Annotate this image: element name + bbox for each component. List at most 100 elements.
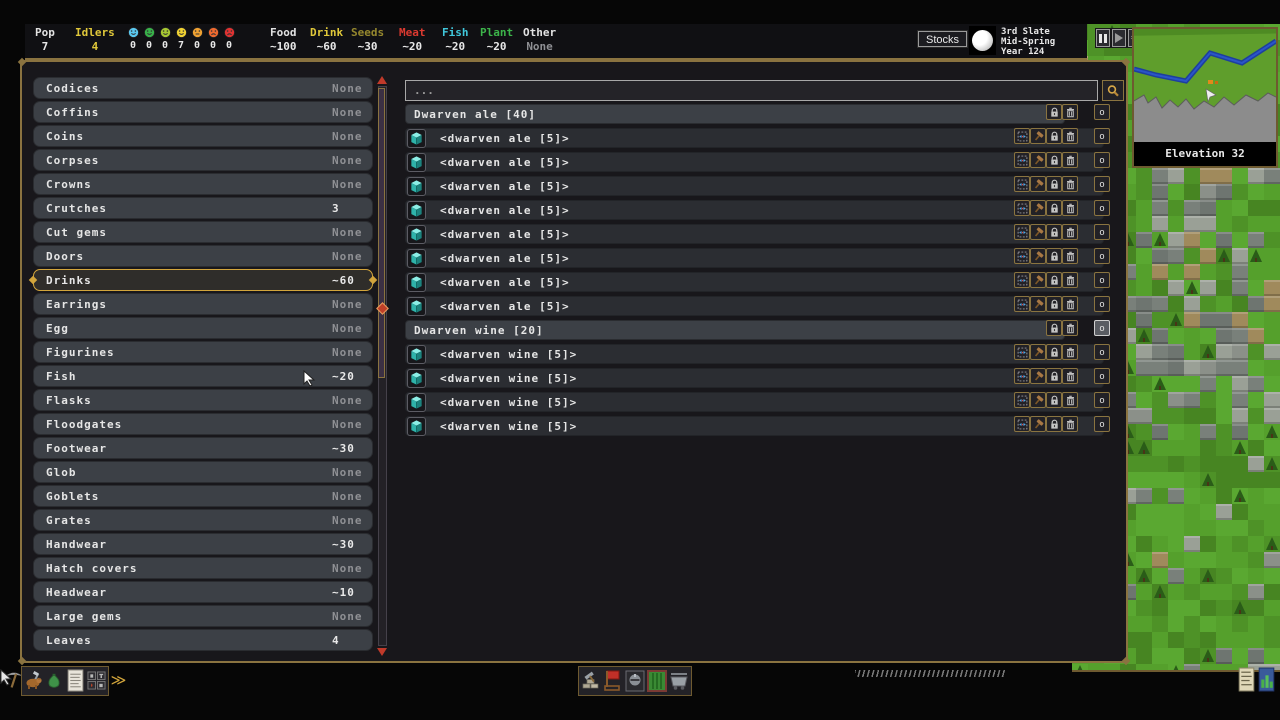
lock-button[interactable] bbox=[1046, 296, 1062, 312]
sidebar-item-goblets[interactable]: GobletsNone bbox=[33, 485, 373, 507]
locate-button[interactable] bbox=[1014, 344, 1030, 360]
container-button[interactable] bbox=[407, 297, 426, 316]
sidebar-item-grates[interactable]: GratesNone bbox=[33, 509, 373, 531]
lock-button[interactable] bbox=[1046, 200, 1062, 216]
lock-button[interactable] bbox=[1046, 224, 1062, 240]
stock-item-row[interactable]: <dwarven ale [5]> bbox=[405, 296, 1104, 316]
hide-button[interactable]: o bbox=[1094, 128, 1110, 144]
trash-button[interactable] bbox=[1062, 200, 1078, 216]
hide-button[interactable]: o bbox=[1094, 368, 1110, 384]
sidebar-item-doors[interactable]: DoorsNone bbox=[33, 245, 373, 267]
locate-button[interactable] bbox=[1014, 224, 1030, 240]
lock-button[interactable] bbox=[1046, 392, 1062, 408]
step-button[interactable] bbox=[1112, 29, 1126, 47]
hide-button[interactable]: o bbox=[1094, 176, 1110, 192]
lock-button[interactable] bbox=[1046, 104, 1062, 120]
trash-button[interactable] bbox=[1062, 224, 1078, 240]
locate-button[interactable] bbox=[1014, 176, 1030, 192]
lock-button[interactable] bbox=[1046, 320, 1062, 336]
container-button[interactable] bbox=[407, 201, 426, 220]
squads-button[interactable] bbox=[625, 669, 645, 692]
trash-button[interactable] bbox=[1062, 320, 1078, 336]
hauling-button[interactable] bbox=[669, 670, 689, 691]
sidebar-item-fish[interactable]: Fish~20 bbox=[33, 365, 373, 387]
trash-button[interactable] bbox=[1062, 272, 1078, 288]
sidebar-item-figurines[interactable]: FigurinesNone bbox=[33, 341, 373, 363]
hide-button[interactable]: o bbox=[1094, 272, 1110, 288]
lock-button[interactable] bbox=[1046, 248, 1062, 264]
scrollbar-thumb[interactable] bbox=[378, 88, 385, 378]
hammer-button[interactable] bbox=[1030, 344, 1046, 360]
hammer-button[interactable] bbox=[1030, 296, 1046, 312]
stock-item-row[interactable]: <dwarven ale [5]> bbox=[405, 248, 1104, 268]
sidebar-item-drinks[interactable]: Drinks~60 bbox=[33, 269, 373, 291]
stock-group-header[interactable]: Dwarven ale [40] bbox=[405, 104, 1065, 124]
search-input[interactable] bbox=[405, 80, 1098, 101]
trash-button[interactable] bbox=[1062, 392, 1078, 408]
hammer-button[interactable] bbox=[1030, 392, 1046, 408]
hide-button[interactable]: o bbox=[1094, 224, 1110, 240]
trash-button[interactable] bbox=[1062, 296, 1078, 312]
reports-button[interactable] bbox=[1258, 667, 1275, 692]
sidebar-item-large-gems[interactable]: Large gemsNone bbox=[33, 605, 373, 627]
lock-button[interactable] bbox=[1046, 272, 1062, 288]
sidebar-item-corpses[interactable]: CorpsesNone bbox=[33, 149, 373, 171]
sidebar-item-leaves[interactable]: Leaves4 bbox=[33, 629, 373, 651]
sidebar-item-coffins[interactable]: CoffinsNone bbox=[33, 101, 373, 123]
lock-button[interactable] bbox=[1046, 176, 1062, 192]
trash-button[interactable] bbox=[1062, 104, 1078, 120]
sidebar-item-codices[interactable]: CodicesNone bbox=[33, 77, 373, 99]
hammer-button[interactable] bbox=[1030, 368, 1046, 384]
lock-button[interactable] bbox=[1046, 416, 1062, 432]
locate-button[interactable] bbox=[1014, 200, 1030, 216]
sidebar-item-earrings[interactable]: EarringsNone bbox=[33, 293, 373, 315]
container-button[interactable] bbox=[407, 225, 426, 244]
hide-button[interactable]: o bbox=[1094, 152, 1110, 168]
sidebar-item-glob[interactable]: GlobNone bbox=[33, 461, 373, 483]
stocks-button[interactable]: Stocks bbox=[918, 31, 967, 47]
container-button[interactable] bbox=[407, 369, 426, 388]
hammer-button[interactable] bbox=[1030, 248, 1046, 264]
trash-button[interactable] bbox=[1062, 248, 1078, 264]
locate-button[interactable] bbox=[1014, 152, 1030, 168]
trash-button[interactable] bbox=[1062, 416, 1078, 432]
sidebar-item-handwear[interactable]: Handwear~30 bbox=[33, 533, 373, 555]
category-scrollbar[interactable] bbox=[377, 76, 387, 656]
sidebar-item-headwear[interactable]: Headwear~10 bbox=[33, 581, 373, 603]
lock-button[interactable] bbox=[1046, 344, 1062, 360]
container-button[interactable] bbox=[407, 393, 426, 412]
hide-button[interactable]: o bbox=[1094, 416, 1110, 432]
locate-button[interactable] bbox=[1014, 368, 1030, 384]
sidebar-item-coins[interactable]: CoinsNone bbox=[33, 125, 373, 147]
container-button[interactable] bbox=[407, 417, 426, 436]
minimap[interactable]: Elevation 32 bbox=[1132, 27, 1278, 168]
hide-button[interactable]: o bbox=[1094, 392, 1110, 408]
sidebar-item-egg[interactable]: EggNone bbox=[33, 317, 373, 339]
stock-item-row[interactable]: <dwarven ale [5]> bbox=[405, 272, 1104, 292]
sidebar-item-cut-gems[interactable]: Cut gemsNone bbox=[33, 221, 373, 243]
hide-button[interactable]: o bbox=[1094, 200, 1110, 216]
hide-button[interactable]: o bbox=[1094, 344, 1110, 360]
sidebar-item-crowns[interactable]: CrownsNone bbox=[33, 173, 373, 195]
bags-button[interactable] bbox=[44, 670, 64, 691]
announcements-button[interactable] bbox=[1238, 667, 1255, 692]
notes-button[interactable] bbox=[65, 669, 86, 692]
stock-item-row[interactable]: <dwarven wine [5]> bbox=[405, 416, 1104, 436]
hammer-button[interactable] bbox=[1030, 200, 1046, 216]
trash-button[interactable] bbox=[1062, 152, 1078, 168]
pause-button[interactable] bbox=[1096, 29, 1110, 47]
expand-toolbar-button[interactable]: ≫ bbox=[109, 667, 128, 693]
hammer-button[interactable] bbox=[1030, 176, 1046, 192]
scroll-down-icon[interactable] bbox=[377, 648, 387, 656]
stock-group-header[interactable]: Dwarven wine [20] bbox=[405, 320, 1065, 340]
hide-button[interactable]: o bbox=[1094, 320, 1110, 336]
container-button[interactable] bbox=[407, 273, 426, 292]
trash-button[interactable] bbox=[1062, 344, 1078, 360]
locate-button[interactable] bbox=[1014, 248, 1030, 264]
build-button[interactable] bbox=[581, 670, 601, 691]
search-icon[interactable] bbox=[1102, 80, 1124, 101]
hammer-button[interactable] bbox=[1030, 272, 1046, 288]
hide-button[interactable]: o bbox=[1094, 296, 1110, 312]
sidebar-item-footwear[interactable]: Footwear~30 bbox=[33, 437, 373, 459]
trash-button[interactable] bbox=[1062, 128, 1078, 144]
